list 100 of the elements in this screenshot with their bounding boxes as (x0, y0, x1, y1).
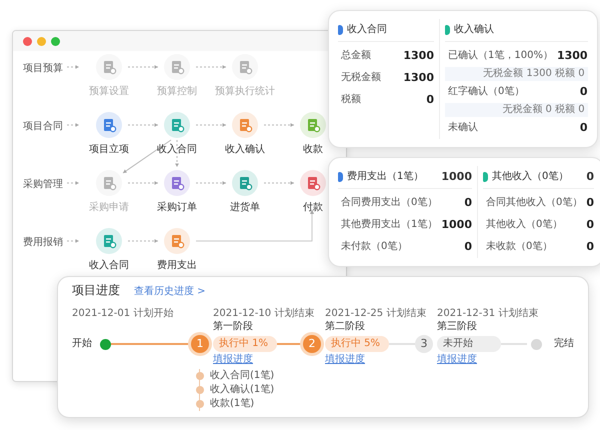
section-title: 费用支出（1笔） (347, 171, 424, 183)
row-value: 0 (586, 197, 594, 209)
date-label: 2021-12-31 计划结束 (437, 308, 538, 321)
start-label: 开始 (72, 338, 92, 350)
connector-arrow (196, 181, 226, 185)
report-progress-link[interactable]: 填报进度 (437, 354, 477, 369)
document-icon[interactable] (96, 112, 122, 138)
stage-number: 2 (303, 335, 321, 353)
row-label: 合同其他收入（0笔） (486, 197, 582, 209)
stage-name: 第一阶段 (213, 321, 253, 334)
row-value: 0 (580, 86, 588, 98)
tax-note: 无税金额 0 税额 0 (445, 103, 588, 117)
card-title: 项目进度 (72, 284, 120, 296)
stage-number: 3 (415, 335, 433, 353)
node-label: 采购订单 (157, 200, 197, 214)
section-title: 其他收入（0笔） (492, 171, 568, 183)
connector-arrow (128, 65, 158, 69)
connector-arrow (128, 181, 158, 185)
row-value: 0 (464, 241, 472, 253)
document-icon[interactable] (300, 170, 326, 196)
node-label: 项目立项 (89, 142, 129, 156)
row-label: 项目预算 (23, 62, 63, 75)
row-label: 费用报销 (23, 236, 63, 249)
connector-arrow (66, 239, 80, 243)
row-value: 1300 (403, 50, 434, 62)
node-label: 预算执行统计 (215, 84, 275, 98)
history-link[interactable]: 查看历史进度 > (134, 286, 206, 298)
row-label: 其他费用支出（1笔） (341, 219, 438, 231)
status-badge: 未开始 (437, 336, 501, 352)
stage-item: 收款(1笔) (210, 398, 254, 410)
row-value: 1300 (403, 72, 434, 84)
connector-arrow (66, 123, 80, 127)
section-title: 收入合同 (347, 24, 387, 36)
close-button[interactable] (23, 36, 32, 46)
node-label: 费用支出 (157, 258, 197, 272)
row-value: 1000 (441, 219, 472, 231)
node-label: 预算设置 (89, 84, 129, 98)
node-label: 预算控制 (157, 84, 197, 98)
row-value: 0 (464, 197, 472, 209)
stage-name: 第三阶段 (437, 321, 477, 334)
row-value: 0 (426, 94, 434, 106)
minimize-button[interactable] (37, 36, 46, 46)
stage-item: 收入确认(1笔) (210, 384, 274, 396)
row-label: 合同费用支出（0笔） (341, 197, 438, 209)
end-dot (531, 338, 542, 350)
row-label: 无税金额 (341, 72, 381, 84)
section-title: 收入确认 (454, 24, 494, 36)
row-label: 项目合同 (23, 120, 63, 133)
node-label: 付款 (303, 201, 323, 214)
connector-arrow (264, 181, 294, 185)
date-label: 2021-12-10 计划结束 (213, 308, 314, 321)
document-icon[interactable] (164, 54, 190, 80)
row-label: 已确认（1笔，100%） (448, 50, 553, 62)
connector-arrow (128, 239, 158, 243)
row-label: 未确认 (448, 122, 478, 134)
document-icon[interactable] (164, 228, 190, 254)
connector-arrow (196, 123, 226, 127)
document-icon[interactable] (164, 170, 190, 196)
document-icon[interactable] (300, 112, 326, 138)
document-icon[interactable] (232, 112, 258, 138)
status-badge: 执行中 1% (213, 336, 277, 352)
maximize-button[interactable] (51, 36, 60, 46)
row-label: 采购管理 (23, 178, 63, 191)
end-label: 完结 (554, 338, 574, 350)
row-label: 税额 (341, 94, 361, 106)
row-value: 0 (586, 241, 594, 253)
date-label: 2021-12-01 计划开始 (72, 308, 174, 321)
document-icon[interactable] (96, 170, 122, 196)
connector-arrow (128, 123, 158, 127)
stage-number: 1 (191, 335, 209, 353)
section-total: 0 (585, 171, 594, 183)
document-icon[interactable] (232, 170, 258, 196)
node-label: 采购申请 (89, 200, 129, 214)
row-label: 其他收入（0笔） (486, 219, 562, 231)
document-icon[interactable] (96, 54, 122, 80)
section-total: 1000 (440, 171, 472, 183)
row-value: 0 (586, 219, 594, 231)
connector-arrow (66, 181, 80, 185)
report-progress-link[interactable]: 填报进度 (213, 354, 253, 369)
report-progress-link[interactable]: 填报进度 (325, 354, 365, 369)
connector-arrow (196, 65, 226, 69)
row-label: 未付款（0笔） (341, 241, 408, 253)
row-value: 0 (580, 122, 588, 134)
tax-note: 无税金额 1300 税额 0 (445, 67, 588, 81)
status-badge: 执行中 5% (325, 336, 389, 352)
node-label: 收入确认 (225, 142, 265, 156)
connector-arrow (66, 65, 80, 69)
document-icon[interactable] (96, 228, 122, 254)
document-icon[interactable] (164, 112, 190, 138)
connector-arrow (264, 123, 294, 127)
stage-name: 第二阶段 (325, 321, 365, 334)
node-label: 进货单 (230, 200, 260, 214)
document-icon[interactable] (232, 54, 258, 80)
row-value: 1300 (556, 50, 588, 62)
row-label: 总金额 (341, 50, 371, 62)
row-label: 未收款（0笔） (486, 241, 552, 253)
row-label: 红字确认（0笔） (448, 86, 524, 98)
start-dot (100, 338, 111, 350)
node-label: 收入合同 (89, 258, 129, 272)
date-label: 2021-12-25 计划结束 (325, 308, 426, 321)
